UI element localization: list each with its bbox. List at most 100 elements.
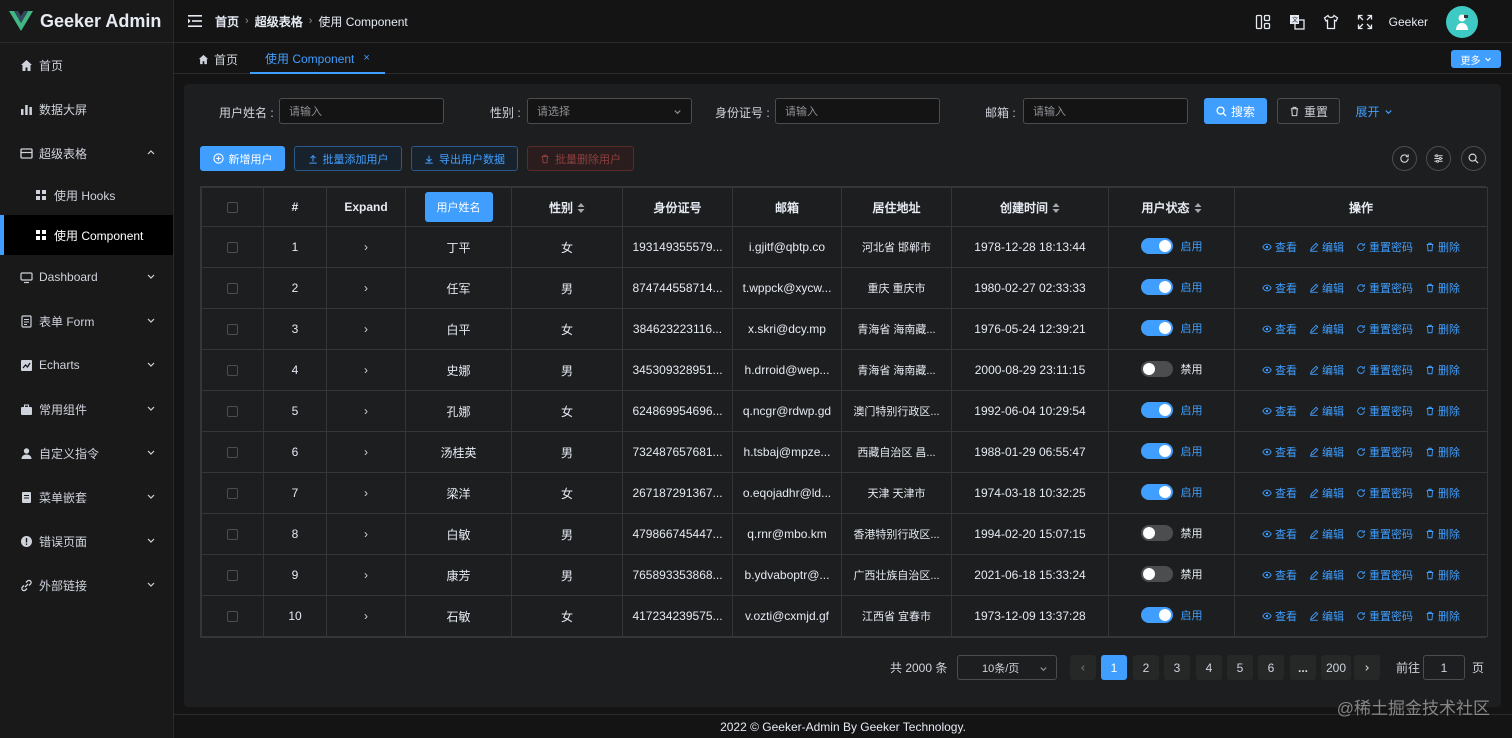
view-link[interactable]: 查看 bbox=[1262, 362, 1297, 378]
sidebar-item-data-screen[interactable]: 数据大屏 bbox=[0, 87, 173, 131]
expand-button[interactable]: 展开 bbox=[1354, 98, 1394, 124]
id-input[interactable]: 请输入 bbox=[775, 98, 940, 124]
sidebar-item-custom-directive[interactable]: 自定义指令 bbox=[0, 431, 173, 475]
theme-shirt-icon[interactable] bbox=[1323, 13, 1339, 30]
chevron-right-icon[interactable]: › bbox=[364, 363, 368, 377]
page-size-select[interactable]: 10条/页 bbox=[957, 655, 1057, 680]
delete-link[interactable]: 删除 bbox=[1425, 239, 1460, 255]
edit-link[interactable]: 编辑 bbox=[1309, 526, 1344, 542]
avatar[interactable] bbox=[1446, 5, 1478, 38]
delete-link[interactable]: 删除 bbox=[1425, 567, 1460, 583]
status-switch[interactable]: 禁用 bbox=[1140, 565, 1203, 582]
sidebar-item-error-pages[interactable]: 错误页面 bbox=[0, 519, 173, 563]
row-checkbox[interactable] bbox=[227, 283, 238, 295]
row-checkbox[interactable] bbox=[227, 447, 238, 459]
page-button[interactable]: 3 bbox=[1164, 655, 1190, 680]
sidebar-item-use-hooks[interactable]: 使用 Hooks bbox=[0, 175, 173, 215]
delete-link[interactable]: 删除 bbox=[1425, 362, 1460, 378]
sidebar-item-common-components[interactable]: 常用组件 bbox=[0, 387, 173, 431]
status-switch[interactable]: 启用 bbox=[1140, 442, 1203, 459]
reset-password-link[interactable]: 重置密码 bbox=[1356, 321, 1413, 337]
edit-link[interactable]: 编辑 bbox=[1309, 362, 1344, 378]
name-input[interactable]: 请输入 bbox=[279, 98, 444, 124]
status-switch[interactable]: 启用 bbox=[1140, 483, 1203, 500]
layout-icon[interactable] bbox=[1255, 14, 1271, 30]
chevron-right-icon[interactable]: › bbox=[364, 240, 368, 254]
edit-link[interactable]: 编辑 bbox=[1309, 239, 1344, 255]
reset-password-link[interactable]: 重置密码 bbox=[1356, 526, 1413, 542]
reset-password-link[interactable]: 重置密码 bbox=[1356, 362, 1413, 378]
row-checkbox[interactable] bbox=[227, 570, 238, 582]
row-checkbox[interactable] bbox=[227, 365, 238, 377]
tab-home[interactable]: 首页 bbox=[198, 44, 238, 74]
view-link[interactable]: 查看 bbox=[1262, 485, 1297, 501]
reset-password-link[interactable]: 重置密码 bbox=[1356, 608, 1413, 624]
view-link[interactable]: 查看 bbox=[1262, 444, 1297, 460]
delete-link[interactable]: 删除 bbox=[1425, 444, 1460, 460]
delete-link[interactable]: 删除 bbox=[1425, 526, 1460, 542]
sidebar-item-form[interactable]: 表单 Form bbox=[0, 299, 173, 343]
sidebar-item-home[interactable]: 首页 bbox=[0, 43, 173, 87]
sort-icon[interactable] bbox=[1194, 203, 1202, 214]
edit-link[interactable]: 编辑 bbox=[1309, 608, 1344, 624]
reset-password-link[interactable]: 重置密码 bbox=[1356, 239, 1413, 255]
edit-link[interactable]: 编辑 bbox=[1309, 485, 1344, 501]
page-button[interactable]: 1 bbox=[1101, 655, 1127, 680]
email-input[interactable]: 请输入 bbox=[1023, 98, 1188, 124]
fullscreen-icon[interactable] bbox=[1357, 14, 1373, 30]
sidebar-item-use-component[interactable]: 使用 Component bbox=[0, 215, 173, 255]
refresh-button[interactable] bbox=[1392, 146, 1417, 171]
view-link[interactable]: 查看 bbox=[1262, 403, 1297, 419]
name-header-button[interactable]: 用户姓名 bbox=[424, 192, 493, 222]
reset-password-link[interactable]: 重置密码 bbox=[1356, 403, 1413, 419]
delete-link[interactable]: 删除 bbox=[1425, 321, 1460, 337]
logo[interactable]: Geeker Admin bbox=[0, 0, 173, 43]
status-switch[interactable]: 禁用 bbox=[1140, 524, 1203, 541]
status-switch[interactable]: 启用 bbox=[1140, 319, 1203, 336]
row-checkbox[interactable] bbox=[227, 529, 238, 541]
status-switch[interactable]: 启用 bbox=[1140, 237, 1203, 254]
row-checkbox[interactable] bbox=[227, 242, 238, 254]
chevron-right-icon[interactable]: › bbox=[364, 486, 368, 500]
edit-link[interactable]: 编辑 bbox=[1309, 403, 1344, 419]
view-link[interactable]: 查看 bbox=[1262, 321, 1297, 337]
status-switch[interactable]: 启用 bbox=[1140, 401, 1203, 418]
view-link[interactable]: 查看 bbox=[1262, 280, 1297, 296]
sidebar-item-dashboard[interactable]: Dashboard bbox=[0, 255, 173, 299]
edit-link[interactable]: 编辑 bbox=[1309, 280, 1344, 296]
page-button[interactable]: 200 bbox=[1321, 655, 1351, 680]
sidebar-item-echarts[interactable]: Echarts bbox=[0, 343, 173, 387]
more-pages-button[interactable]: ... bbox=[1290, 655, 1316, 680]
goto-page-input[interactable]: 1 bbox=[1423, 655, 1465, 680]
column-header-created[interactable]: 创建时间 bbox=[951, 187, 1109, 227]
chevron-right-icon[interactable]: › bbox=[364, 322, 368, 336]
page-button[interactable]: 2 bbox=[1133, 655, 1159, 680]
menu-fold-icon[interactable] bbox=[188, 15, 202, 27]
select-all-checkbox[interactable] bbox=[227, 202, 238, 214]
reset-password-link[interactable]: 重置密码 bbox=[1356, 280, 1413, 296]
edit-link[interactable]: 编辑 bbox=[1309, 567, 1344, 583]
translate-icon[interactable]: 文 bbox=[1289, 14, 1305, 30]
next-page-button[interactable] bbox=[1354, 655, 1380, 680]
delete-link[interactable]: 删除 bbox=[1425, 280, 1460, 296]
breadcrumb-item[interactable]: 超级表格 bbox=[255, 13, 303, 30]
more-button[interactable]: 更多 bbox=[1451, 50, 1501, 68]
edit-link[interactable]: 编辑 bbox=[1309, 444, 1344, 460]
status-switch[interactable]: 启用 bbox=[1140, 278, 1203, 295]
close-icon[interactable]: × bbox=[363, 52, 369, 64]
tab-use-component[interactable]: 使用 Component × bbox=[250, 44, 385, 74]
sort-icon[interactable] bbox=[577, 203, 585, 214]
reset-password-link[interactable]: 重置密码 bbox=[1356, 567, 1413, 583]
reset-password-link[interactable]: 重置密码 bbox=[1356, 444, 1413, 460]
add-user-button[interactable]: 新增用户 bbox=[200, 146, 285, 171]
sidebar-item-nested-menu[interactable]: 菜单嵌套 bbox=[0, 475, 173, 519]
column-header-status[interactable]: 用户状态 bbox=[1108, 187, 1235, 227]
view-link[interactable]: 查看 bbox=[1262, 526, 1297, 542]
chevron-right-icon[interactable]: › bbox=[364, 568, 368, 582]
row-checkbox[interactable] bbox=[227, 488, 238, 500]
batch-delete-button[interactable]: 批量删除用户 bbox=[527, 146, 634, 171]
toggle-search-button[interactable] bbox=[1461, 146, 1486, 171]
reset-button[interactable]: 重置 bbox=[1277, 98, 1340, 124]
delete-link[interactable]: 删除 bbox=[1425, 403, 1460, 419]
sidebar-item-external-links[interactable]: 外部链接 bbox=[0, 563, 173, 607]
